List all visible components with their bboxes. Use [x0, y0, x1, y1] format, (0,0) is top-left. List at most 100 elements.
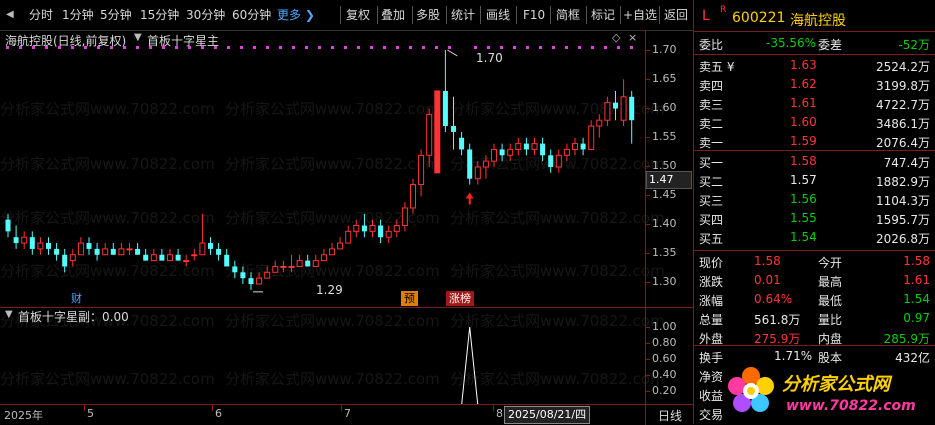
ask-row[interactable]: 卖一 1.59 2076.4万: [694, 132, 935, 152]
ask-row[interactable]: 卖四 1.62 3199.8万: [694, 75, 935, 95]
forecast-tag[interactable]: 预: [401, 291, 418, 306]
tab-more[interactable]: 更多 ❯: [277, 0, 315, 30]
ask-price: 1.60: [790, 115, 817, 129]
candle-body: [467, 149, 473, 179]
bid-volume: 2026.8万: [876, 232, 930, 246]
stat-row[interactable]: 换手 1.71% 股本 432亿: [694, 347, 935, 367]
stats-button[interactable]: 统计: [451, 0, 475, 30]
period-label: 日线: [658, 409, 683, 423]
candle-body: [69, 254, 76, 262]
ask-volume: 3486.1万: [876, 117, 930, 131]
signal-dot: [84, 46, 87, 49]
signal-dot: [370, 46, 373, 49]
signal-dot: [188, 46, 191, 49]
fuquan-button[interactable]: 复权: [346, 0, 370, 30]
stat-row[interactable]: 涨幅 0.64% 最低 1.54: [694, 290, 935, 310]
candle-body: [361, 225, 367, 232]
candle-body: [77, 242, 84, 256]
stat-row[interactable]: 涨跌 0.01 最高 1.61: [694, 271, 935, 291]
bid-row[interactable]: 买四 1.55 1595.7万: [694, 209, 935, 229]
candle-body: [369, 225, 376, 232]
stat-value: 561.8万: [754, 313, 801, 327]
simple-frame-button[interactable]: 简框: [556, 0, 580, 30]
stat-label: 最低: [818, 294, 843, 308]
signal-dot: [110, 46, 113, 49]
ask-row[interactable]: 卖三 1.61 4722.7万: [694, 94, 935, 114]
divider: [694, 31, 935, 32]
candle-body: [442, 90, 448, 127]
signal-dot: [175, 46, 178, 49]
bid-row[interactable]: 买三 1.56 1104.3万: [694, 190, 935, 210]
indicator-panel[interactable]: 分析家公式网www.70822.com 分析家公式网www.70822.com …: [0, 307, 665, 405]
market-badge: L: [702, 8, 710, 24]
signal-dot: [630, 46, 633, 49]
candle-body: [150, 254, 157, 262]
overlay-button[interactable]: 叠加: [381, 0, 405, 30]
stat-label: 交易: [699, 408, 724, 422]
axis-tick: [646, 253, 650, 254]
signal-dot: [448, 46, 451, 49]
indicator-tick-label: 1.00: [652, 320, 677, 333]
limit-up-tag[interactable]: 涨榜: [446, 291, 474, 306]
signal-dot: [6, 46, 9, 49]
candle-body: [5, 219, 11, 232]
period-box[interactable]: 日线: [645, 405, 694, 425]
draw-line-button[interactable]: 画线: [486, 0, 510, 30]
add-watchlist-button[interactable]: +自选: [623, 0, 657, 30]
candle-body: [86, 243, 92, 249]
tab-1min[interactable]: 1分钟: [62, 0, 94, 30]
candle-body: [629, 96, 635, 121]
stat-label: 现价: [699, 256, 724, 270]
candle-body: [451, 126, 456, 132]
stat-row[interactable]: 交易: [694, 404, 935, 424]
finance-tag[interactable]: 财: [68, 291, 85, 306]
time-tick: [212, 405, 213, 411]
tab-60min[interactable]: 60分钟: [232, 0, 271, 30]
stat-row[interactable]: 现价 1.58 今开 1.58: [694, 252, 935, 272]
return-button[interactable]: 返回: [664, 0, 688, 30]
stat-label: 总量: [699, 313, 724, 327]
bid-row[interactable]: 买一 1.58 747.4万: [694, 152, 935, 172]
toolbar: ◀ 分时 1分钟 5分钟 15分钟 30分钟 60分钟 更多 ❯ 复权 叠加 多…: [0, 0, 693, 31]
signal-dot: [578, 46, 581, 49]
stat-value: 1.61: [903, 273, 930, 287]
bid-label: 买四: [699, 213, 724, 227]
time-axis: 2025年 5 6 7 8 2025/08/21/四 日线: [0, 404, 693, 425]
time-tick: [341, 405, 342, 411]
back-arrow-icon[interactable]: ◀: [6, 0, 14, 30]
signal-dot: [487, 46, 490, 49]
candle-body: [13, 237, 19, 244]
weibi-row: 委比 -35.56% 委差 -52万: [694, 34, 935, 54]
ask-row[interactable]: 卖五 ¥ 1.63 2524.2万: [694, 56, 935, 76]
signal-dot: [305, 46, 308, 49]
candle-body: [596, 119, 603, 127]
candle-body: [312, 260, 319, 267]
ask-label: 卖四: [699, 79, 724, 93]
stat-row[interactable]: 净资: [694, 366, 935, 386]
candle-body: [499, 149, 505, 156]
signal-dot: [240, 46, 243, 49]
stat-row[interactable]: 收益: [694, 385, 935, 405]
candle-body: [353, 225, 360, 232]
bid-row[interactable]: 买五 1.54 2026.8万: [694, 228, 935, 248]
stat-value: 0.64%: [754, 292, 793, 306]
ask-price: 1.63: [790, 58, 817, 72]
tab-30min[interactable]: 30分钟: [186, 0, 225, 30]
stat-row[interactable]: 外盘 275.9万 内盘 285.9万: [694, 328, 935, 348]
tab-15min[interactable]: 15分钟: [140, 0, 179, 30]
main-chart-panel[interactable]: 分析家公式网www.70822.com 分析家公式网www.70822.com …: [0, 30, 665, 307]
ask-row[interactable]: 卖二 1.60 3486.1万: [694, 113, 935, 133]
indicator-tick-label: 0.20: [652, 384, 677, 397]
tab-fenshi[interactable]: 分时: [29, 0, 53, 30]
signal-dot: [539, 46, 542, 49]
mark-button[interactable]: 标记: [591, 0, 615, 30]
multi-stock-button[interactable]: 多股: [416, 0, 440, 30]
candle-body: [580, 143, 586, 150]
candle-body: [548, 155, 554, 167]
bid-row[interactable]: 买二 1.57 1882.9万: [694, 171, 935, 191]
f10-button[interactable]: F10: [523, 0, 545, 30]
candle-body: [401, 207, 408, 226]
stat-row[interactable]: 总量 561.8万 量比 0.97: [694, 309, 935, 329]
time-label: 5: [87, 407, 94, 420]
tab-5min[interactable]: 5分钟: [100, 0, 132, 30]
